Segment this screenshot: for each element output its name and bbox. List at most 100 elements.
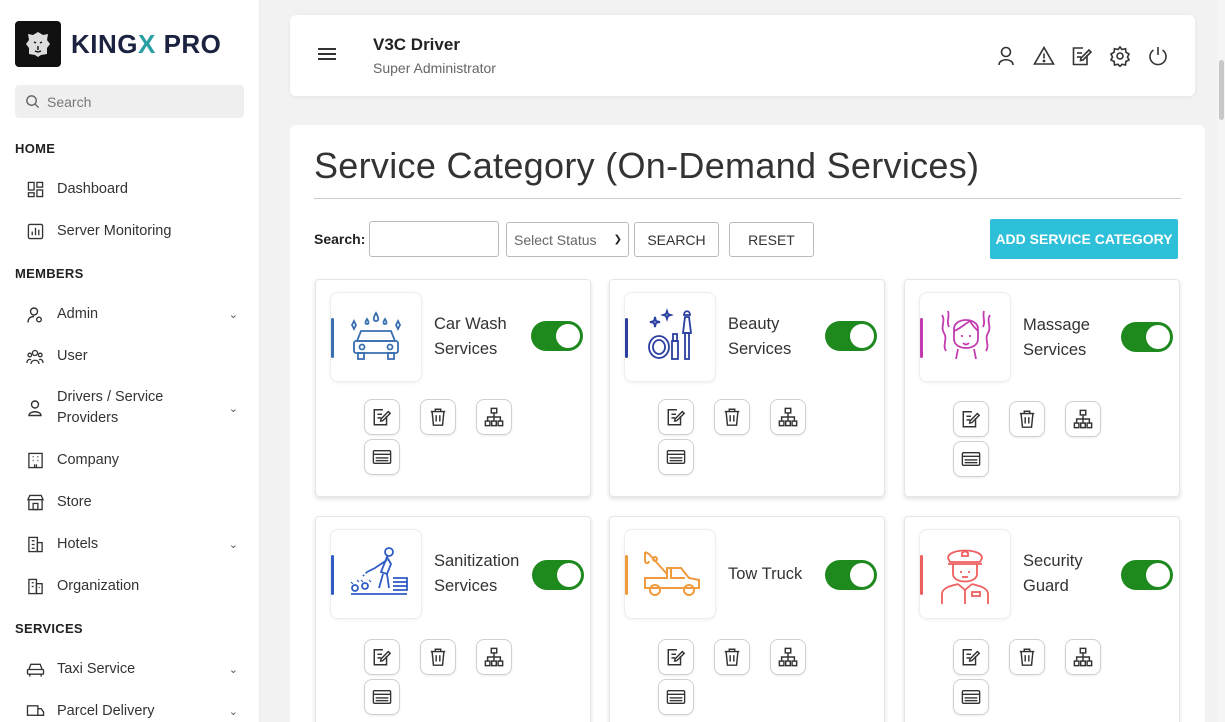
sidebar-item-hotels[interactable]: Hotels ⌄ (0, 534, 259, 555)
delete-button[interactable] (1009, 639, 1045, 675)
keyword-search-input[interactable] (369, 221, 499, 257)
main-panel: Service Category (On-Demand Services) Se… (290, 125, 1205, 722)
admin-icon (25, 305, 45, 325)
user-role: Super Administrator (373, 60, 496, 76)
status-toggle[interactable] (532, 560, 584, 590)
service-card: Security Guard (904, 516, 1180, 722)
delete-button[interactable] (714, 399, 750, 435)
trash-icon (430, 408, 446, 426)
delete-button[interactable] (420, 639, 456, 675)
status-toggle[interactable] (825, 321, 877, 351)
sidebar-item-label: Hotels (57, 536, 99, 552)
delete-button[interactable] (420, 399, 456, 435)
chevron-down-icon: ⌄ (228, 402, 238, 415)
edit-button[interactable] (953, 639, 989, 675)
sidebar: KINGX PRO Search HOME Dashboard Server M… (0, 0, 260, 722)
tow-truck-icon (644, 551, 700, 596)
hierarchy-button[interactable] (1065, 401, 1101, 437)
status-toggle[interactable] (531, 321, 583, 351)
hierarchy-button[interactable] (476, 399, 512, 435)
sidebar-item-user[interactable]: User (0, 346, 259, 367)
edit-icon[interactable] (1071, 45, 1093, 67)
sidebar-item-server-monitoring[interactable]: Server Monitoring (0, 221, 259, 242)
card-icon (372, 449, 392, 465)
user-name: V3C Driver (373, 35, 460, 54)
edit-icon (373, 409, 392, 426)
profile-icon[interactable] (995, 45, 1017, 67)
sidebar-item-label: Parcel Delivery (57, 703, 155, 719)
accent-bar (625, 555, 628, 595)
status-select[interactable]: Select Status ❯ (506, 222, 629, 257)
reset-button[interactable]: RESET (729, 222, 814, 257)
sidebar-item-parcel-delivery[interactable]: Parcel Delivery ⌄ (0, 701, 259, 722)
service-name: Massage Services (1023, 316, 1090, 359)
brand[interactable]: KINGX PRO (0, 0, 259, 88)
top-header: V3C Driver Super Administrator (290, 15, 1195, 96)
edit-button[interactable] (953, 401, 989, 437)
delete-button[interactable] (714, 639, 750, 675)
accent-bar (920, 318, 923, 358)
chevron-down-icon: ⌄ (228, 309, 238, 321)
hierarchy-button[interactable] (770, 639, 806, 675)
sidebar-search-input[interactable]: Search (15, 85, 244, 118)
status-toggle[interactable] (1121, 322, 1173, 352)
service-card: Beauty Services (609, 279, 885, 497)
card-view-button[interactable] (953, 679, 989, 715)
status-select-value: Select Status (514, 231, 597, 248)
service-name: Security Guard (1023, 552, 1083, 595)
scrollbar-thumb[interactable] (1219, 60, 1224, 120)
add-service-category-button[interactable]: ADD SERVICE CATEGORY (990, 219, 1178, 259)
card-view-button[interactable] (364, 679, 400, 715)
edit-button[interactable] (364, 399, 400, 435)
hierarchy-icon (484, 407, 504, 427)
settings-icon[interactable] (1109, 45, 1131, 68)
chevron-down-icon: ⌄ (228, 539, 238, 551)
sidebar-item-organization[interactable]: Organization (0, 576, 259, 597)
service-card: Tow Truck (609, 516, 885, 722)
edit-icon (667, 409, 686, 426)
service-name: Sanitization Services (434, 552, 520, 595)
sidebar-item-company[interactable]: Company (0, 450, 259, 471)
sidebar-item-drivers[interactable]: Drivers / Service Providers ⌄ (0, 387, 259, 429)
hierarchy-icon (1073, 409, 1093, 429)
hierarchy-icon (484, 647, 504, 667)
search-label: Search: (314, 231, 366, 247)
search-button[interactable]: SEARCH (634, 222, 719, 257)
delete-button[interactable] (1009, 401, 1045, 437)
edit-button[interactable] (658, 639, 694, 675)
sidebar-item-store[interactable]: Store (0, 492, 259, 513)
hierarchy-button[interactable] (1065, 639, 1101, 675)
alert-icon[interactable] (1033, 45, 1055, 67)
edit-icon (962, 411, 981, 428)
service-icon-box (624, 529, 716, 619)
title-divider (314, 198, 1181, 199)
service-icon-box (624, 292, 716, 382)
organization-icon (25, 577, 45, 597)
edit-icon (962, 649, 981, 666)
power-icon[interactable] (1147, 45, 1169, 67)
edit-button[interactable] (658, 399, 694, 435)
sidebar-item-admin[interactable]: Admin ⌄ (0, 304, 259, 325)
trash-icon (1019, 410, 1035, 428)
sidebar-item-dashboard[interactable]: Dashboard (0, 179, 259, 200)
parcel-icon (25, 702, 45, 722)
menu-toggle-icon[interactable] (318, 48, 336, 63)
card-view-button[interactable] (364, 439, 400, 475)
page-scrollbar[interactable] (1217, 0, 1225, 722)
dashboard-icon (25, 180, 45, 200)
edit-button[interactable] (364, 639, 400, 675)
massage-icon (941, 310, 991, 360)
car-wash-icon (350, 311, 402, 360)
status-toggle[interactable] (825, 560, 877, 590)
hierarchy-button[interactable] (770, 399, 806, 435)
accent-bar (331, 318, 334, 358)
card-icon (961, 451, 981, 467)
card-view-button[interactable] (953, 441, 989, 477)
sidebar-item-taxi-service[interactable]: Taxi Service ⌄ (0, 659, 259, 680)
status-toggle[interactable] (1121, 560, 1173, 590)
store-icon (25, 493, 45, 513)
card-view-button[interactable] (658, 439, 694, 475)
chevron-down-icon: ⌄ (228, 706, 238, 718)
hierarchy-button[interactable] (476, 639, 512, 675)
card-view-button[interactable] (658, 679, 694, 715)
